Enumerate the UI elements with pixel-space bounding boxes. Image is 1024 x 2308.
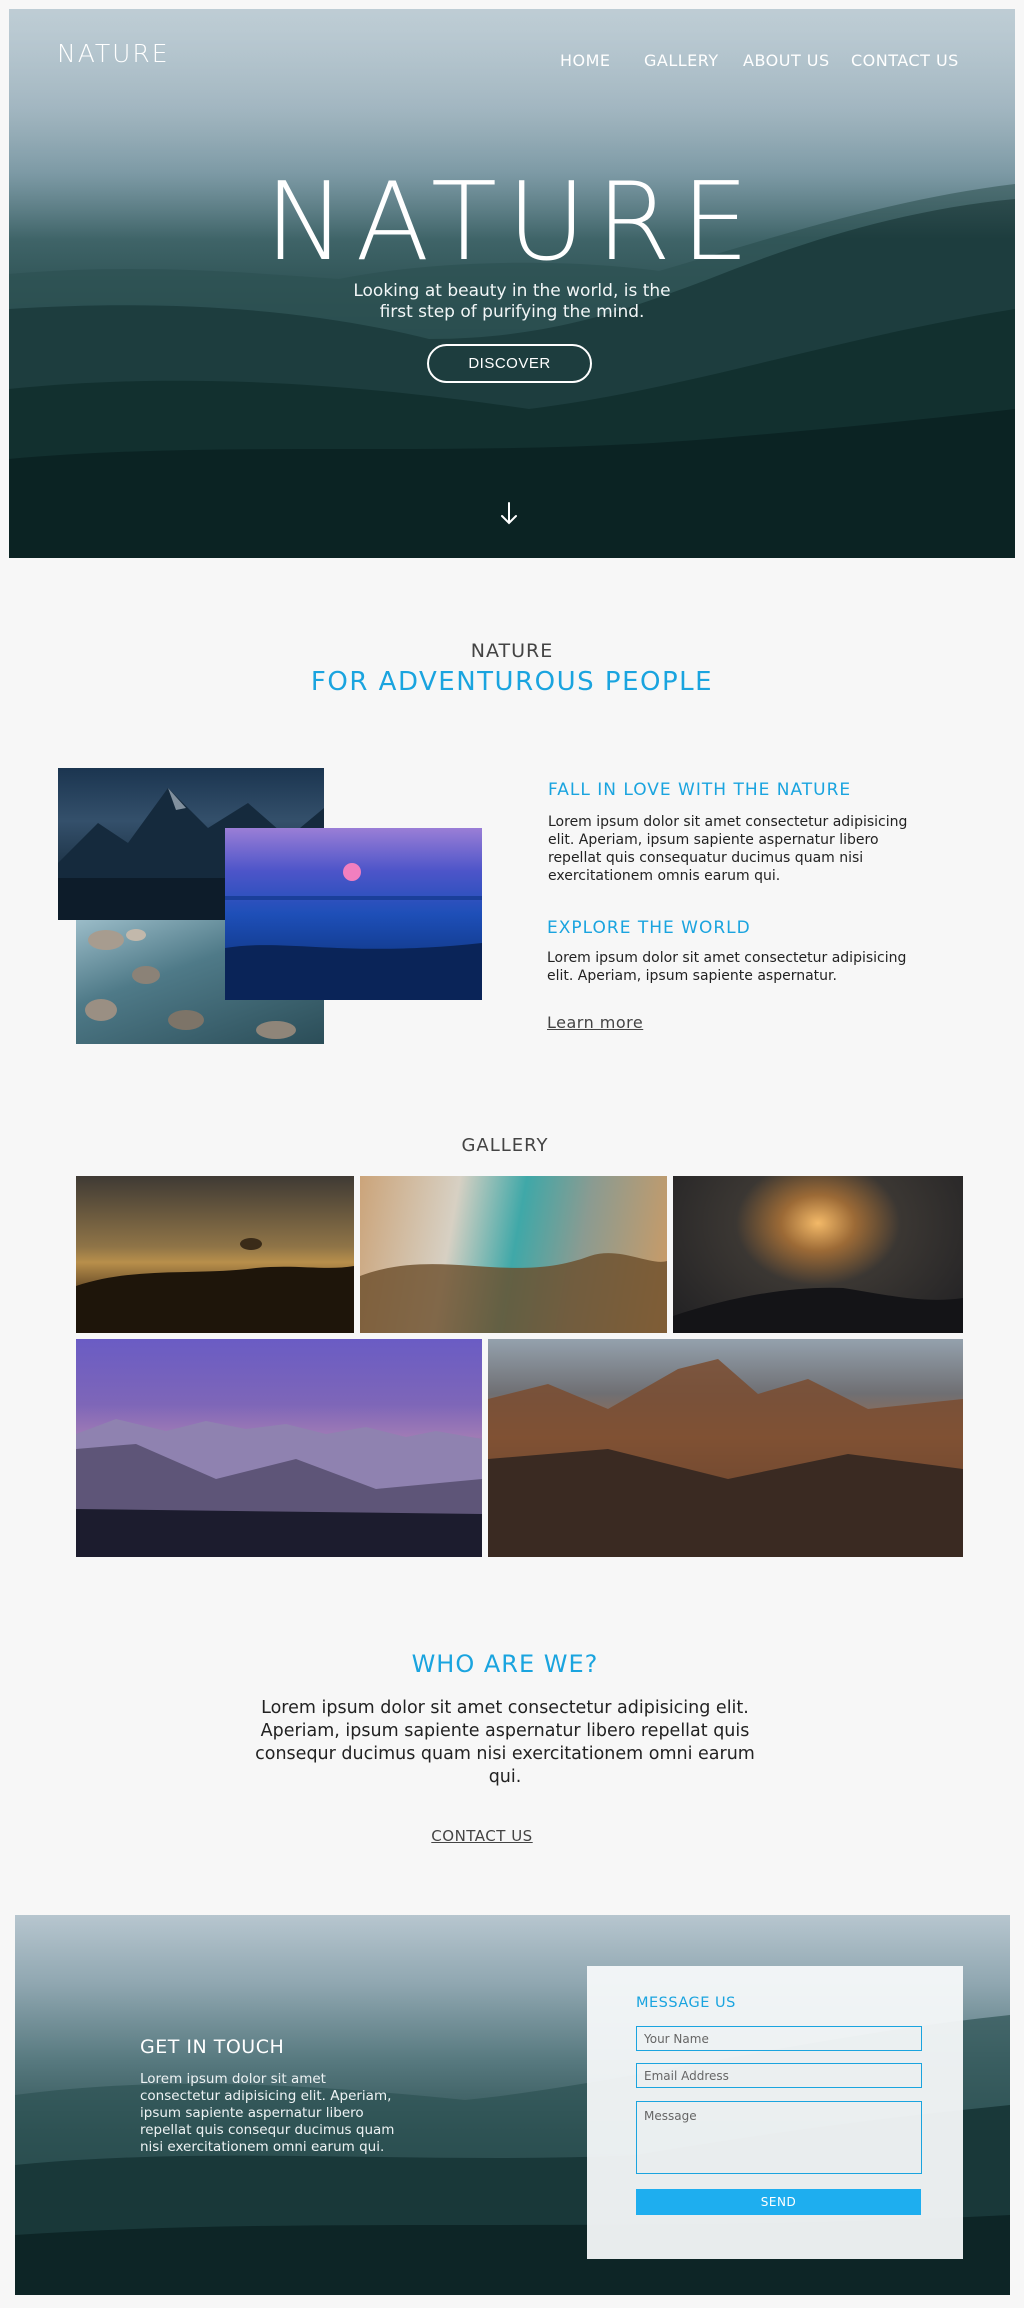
- discover-button[interactable]: DISCOVER: [427, 344, 592, 383]
- name-field[interactable]: [636, 2026, 922, 2051]
- get-in-touch-text: Lorem ipsum dolor sit amet consectetur a…: [140, 2071, 395, 2155]
- intro-heading: FOR ADVENTUROUS PEOPLE: [310, 667, 714, 697]
- hero-subtitle-line: first step of purifying the mind.: [379, 302, 645, 322]
- purple-sunset-sea-image: [225, 828, 482, 1000]
- intro-kicker: NATURE: [470, 640, 554, 662]
- who-text: Lorem ipsum dolor sit amet consectetur a…: [255, 1698, 755, 1787]
- hero-subtitle-line: Looking at beauty in the world, is the: [353, 281, 671, 301]
- nav-home[interactable]: HOME: [560, 51, 611, 70]
- contact-us-link[interactable]: CONTACT US: [0, 1827, 964, 1845]
- rocky-peaks-image: [488, 1339, 963, 1557]
- gallery-title: GALLERY: [461, 1135, 549, 1156]
- hare-field-image: [76, 1176, 354, 1333]
- nav-about-us[interactable]: ABOUT US: [743, 51, 830, 70]
- sun-rays-image: [673, 1176, 963, 1333]
- learn-more-link[interactable]: Learn more: [547, 1013, 643, 1032]
- send-button[interactable]: SEND: [636, 2189, 921, 2215]
- feature-title: EXPLORE THE WORLD: [547, 918, 751, 938]
- email-field[interactable]: [636, 2063, 922, 2088]
- message-field[interactable]: [636, 2101, 922, 2174]
- feature-text: Lorem ipsum dolor sit amet consectetur a…: [547, 950, 907, 984]
- feature-title: FALL IN LOVE WITH THE NATURE: [548, 780, 852, 800]
- get-in-touch-heading: GET IN TOUCH: [140, 2036, 285, 2058]
- nav-gallery[interactable]: GALLERY: [644, 51, 719, 70]
- grass-lake-image: [360, 1176, 667, 1333]
- arrow-down-icon[interactable]: [497, 499, 521, 527]
- hero-section: NATURE HOME GALLERY ABOUT US CONTACT US …: [9, 9, 1015, 558]
- who-heading: WHO ARE WE?: [411, 1650, 599, 1678]
- nav-contact-us[interactable]: CONTACT US: [851, 51, 959, 70]
- hero-subtitle: Looking at beauty in the world, is the f…: [312, 281, 712, 323]
- hero-title: NATURE: [264, 160, 760, 285]
- message-form-title: MESSAGE US: [636, 1995, 736, 2011]
- site-logo[interactable]: NATURE: [57, 39, 170, 68]
- purple-snowy-mountains-image: [76, 1339, 482, 1557]
- feature-text: Lorem ipsum dolor sit amet consectetur a…: [548, 814, 908, 884]
